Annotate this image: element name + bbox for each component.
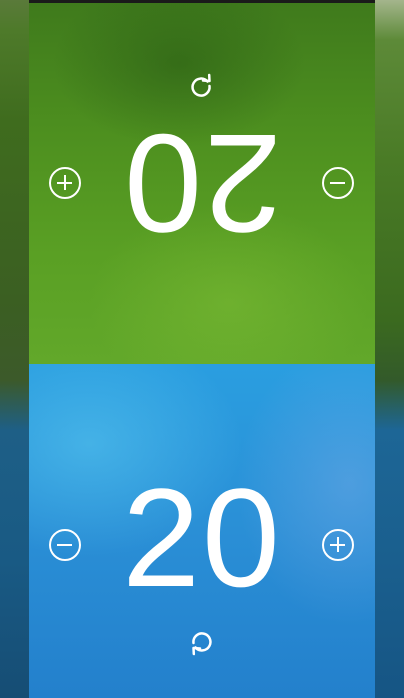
top-reset-button[interactable] bbox=[186, 71, 216, 101]
bottom-increment-button[interactable] bbox=[322, 529, 354, 561]
bottom-decrement-button[interactable] bbox=[49, 529, 81, 561]
bottom-player-panel: 20 bbox=[29, 364, 375, 698]
refresh-icon bbox=[186, 71, 216, 101]
life-counter-screen: 20 20 bbox=[0, 0, 404, 698]
bottom-reset-button[interactable] bbox=[187, 628, 217, 658]
top-player-score[interactable]: 20 bbox=[29, 105, 375, 262]
left-blurred-margin bbox=[0, 0, 29, 698]
right-blurred-margin bbox=[375, 0, 404, 698]
top-player-panel: 20 bbox=[29, 3, 375, 364]
refresh-icon bbox=[187, 628, 217, 658]
